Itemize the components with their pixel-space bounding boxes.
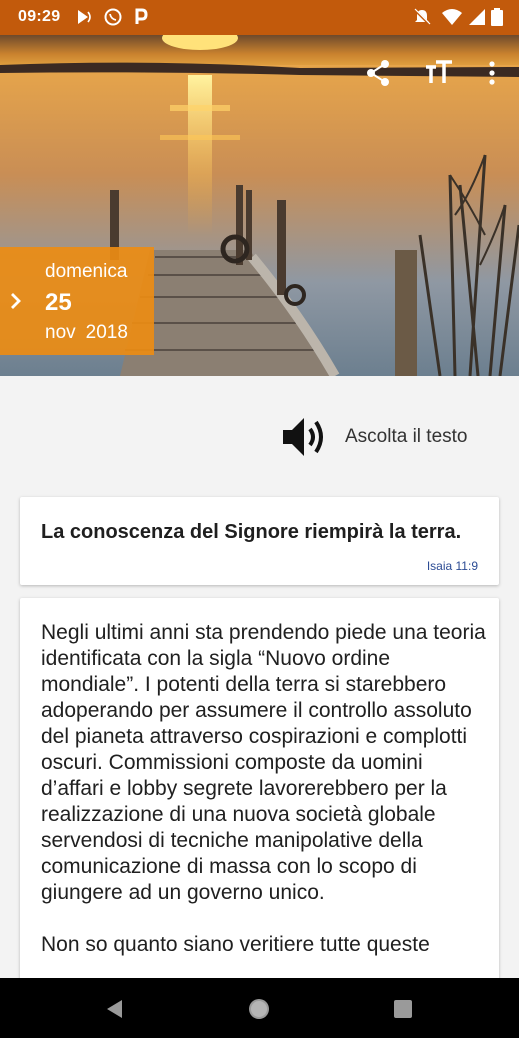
- recents-icon[interactable]: [390, 996, 416, 1022]
- p-app-icon: [135, 8, 148, 24]
- reflection-card: Negli ultimi anni sta prendendo piede un…: [20, 598, 499, 988]
- share-icon[interactable]: [362, 57, 394, 89]
- date-month: nov: [45, 322, 76, 343]
- verse-card: La conoscenza del Signore riempirà la te…: [20, 497, 499, 585]
- signal-icon: [469, 9, 485, 25]
- reflection-paragraph: Non so quanto siano veritiere tutte ques…: [41, 933, 430, 956]
- verse-title: La conoscenza del Signore riempirà la te…: [41, 521, 462, 543]
- listen-audio-button[interactable]: Ascolta il testo: [280, 410, 500, 464]
- date-year: 2018: [85, 322, 128, 343]
- reflection-paragraph: Negli ultimi anni sta prendendo piede un…: [41, 621, 486, 904]
- wifi-icon: [442, 9, 462, 25]
- status-time: 09:29: [18, 8, 61, 25]
- date-weekday: domenica: [45, 261, 128, 282]
- speaker-icon: [283, 418, 323, 456]
- status-bar: 09:29: [0, 0, 519, 35]
- play-store-icon: [78, 10, 91, 24]
- more-vert-icon[interactable]: [476, 57, 508, 89]
- reflection-text: Negli ultimi anni sta prendendo piede un…: [41, 620, 486, 984]
- verse-reference[interactable]: Isaia 11:9: [427, 559, 478, 573]
- chevron-right-icon: [11, 293, 21, 309]
- navigation-bar: [0, 978, 519, 1038]
- date-selector[interactable]: domenica 25 nov 2018: [0, 247, 154, 355]
- home-icon[interactable]: [246, 996, 272, 1022]
- date-day: 25: [45, 289, 72, 316]
- date-month-year: nov 2018: [45, 322, 138, 344]
- mute-icon: [414, 8, 431, 25]
- back-icon[interactable]: [102, 996, 128, 1022]
- battery-icon: [491, 8, 503, 26]
- hero-image: domenica 25 nov 2018: [0, 35, 519, 376]
- text-size-icon[interactable]: [423, 57, 455, 89]
- whatsapp-icon: [104, 8, 122, 26]
- listen-label: Ascolta il testo: [345, 426, 468, 447]
